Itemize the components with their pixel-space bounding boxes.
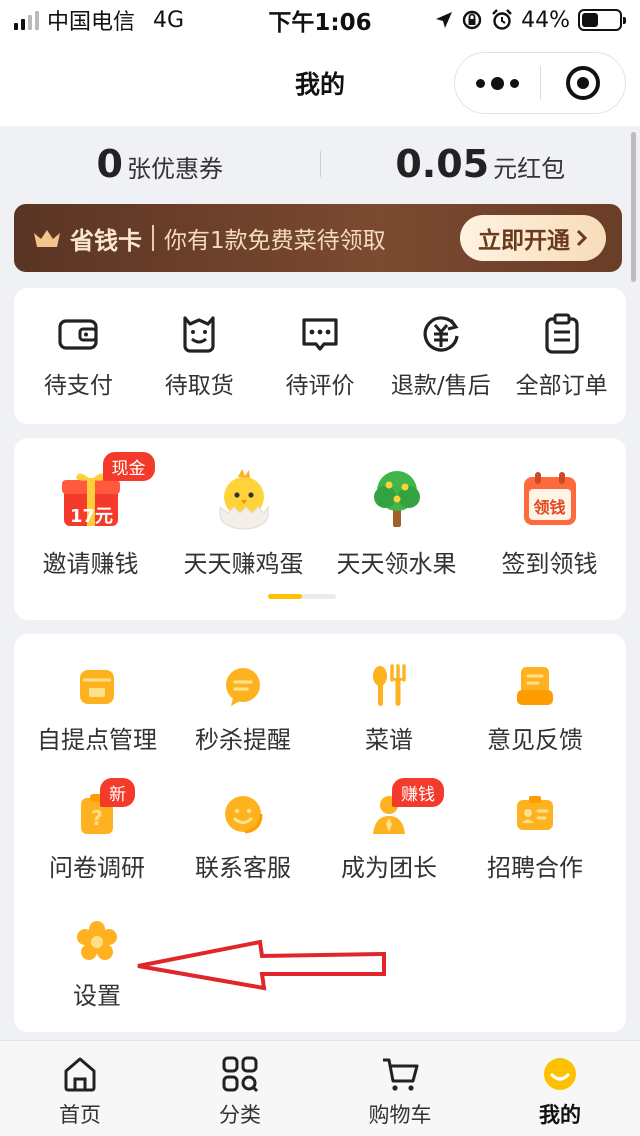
signal-icon <box>14 10 39 30</box>
service-icon <box>225 796 263 834</box>
assets-summary: 0 张优惠券 0.05 元红包 <box>0 126 640 202</box>
more-dots-icon[interactable] <box>455 76 540 90</box>
order-pending-pickup[interactable]: 待取货 <box>140 312 258 400</box>
category-icon <box>222 1056 259 1093</box>
status-bar: 中国电信 4G 下午1:06 44% <box>0 0 640 40</box>
tab-mine[interactable]: 我的 <box>480 1041 640 1136</box>
target-icon[interactable] <box>541 66 626 100</box>
tool-become-leader[interactable]: 赚钱 成为团长 <box>316 778 462 920</box>
earn-badge: 赚钱 <box>392 778 444 807</box>
new-badge: 新 <box>100 778 135 807</box>
chick-icon <box>211 466 277 532</box>
settings-flower-icon <box>77 921 117 960</box>
coupon-count[interactable]: 0 张优惠券 <box>0 142 320 186</box>
tool-recruitment[interactable]: 招聘合作 <box>462 792 608 920</box>
calendar-text: 领钱 <box>533 498 566 517</box>
tool-pickup-point[interactable]: 自提点管理 <box>24 664 170 792</box>
order-all[interactable]: 全部订单 <box>503 312 621 400</box>
bag-icon <box>183 316 215 353</box>
open-now-button[interactable]: 立即开通 <box>460 215 606 261</box>
alarm-icon <box>492 9 512 30</box>
cart-icon <box>383 1058 419 1091</box>
game-fruit[interactable]: 天天领水果 <box>323 466 471 579</box>
gift-amount: 17元 <box>69 506 114 527</box>
savings-card-title: 省钱卡 <box>70 226 142 255</box>
pager-indicator <box>268 594 336 599</box>
calendar-icon: 领钱 <box>517 466 583 532</box>
tool-feedback[interactable]: 意见反馈 <box>462 664 608 792</box>
home-icon <box>64 1057 96 1092</box>
game-eggs[interactable]: 天天赚鸡蛋 <box>170 466 318 579</box>
tab-home[interactable]: 首页 <box>0 1041 160 1136</box>
rewards-card: 现金 17元 邀请赚钱 天天赚鸡蛋 天天领水果 领钱 签到领钱 <box>14 438 626 620</box>
tab-cart[interactable]: 购物车 <box>320 1041 480 1136</box>
game-checkin[interactable]: 领钱 签到领钱 <box>476 466 624 579</box>
chat-bubble-icon <box>226 668 260 706</box>
orders-card: 待支付 待取货 待评价 退款/售后 全部订单 <box>14 288 626 424</box>
utensils-icon <box>373 664 406 706</box>
savings-card-banner[interactable]: 省钱卡 你有1款免费菜待领取 立即开通 <box>14 204 622 272</box>
order-pending-payment[interactable]: 待支付 <box>19 312 137 400</box>
redpacket-amount[interactable]: 0.05 元红包 <box>321 142 640 186</box>
carrier-label: 中国电信 <box>47 10 136 35</box>
battery-percent: 44% <box>521 7 570 33</box>
wallet-icon <box>58 319 98 350</box>
tool-customer-service[interactable]: 联系客服 <box>170 792 316 920</box>
game-invite[interactable]: 现金 17元 邀请赚钱 <box>17 452 165 579</box>
page-title: 我的 <box>294 70 345 99</box>
profile-icon <box>544 1058 576 1090</box>
tab-category[interactable]: 分类 <box>160 1041 320 1136</box>
battery-icon <box>578 9 626 31</box>
refund-icon <box>423 316 459 352</box>
order-pending-review[interactable]: 待评价 <box>261 312 379 400</box>
tree-icon <box>364 466 430 532</box>
tool-flash-sale-reminder[interactable]: 秒杀提醒 <box>170 664 316 792</box>
feedback-icon <box>517 667 553 705</box>
tab-bar: 首页 分类 购物车 我的 <box>0 1040 640 1136</box>
location-icon <box>436 12 453 28</box>
chevron-right-icon <box>576 229 588 247</box>
nav-bar: 我的 <box>0 40 640 126</box>
crown-icon <box>34 230 60 247</box>
annotation-arrow <box>137 939 386 991</box>
network-label: 4G <box>153 7 185 33</box>
id-card-icon <box>517 796 553 830</box>
cash-badge: 现金 <box>102 452 155 481</box>
clipboard-icon <box>544 313 579 354</box>
mini-program-capsule <box>454 52 626 114</box>
store-icon <box>80 670 114 704</box>
tool-survey[interactable]: ? 新 问卷调研 <box>24 778 170 920</box>
rotation-lock-icon <box>462 10 482 30</box>
savings-card-tip: 你有1款免费菜待领取 <box>164 228 386 254</box>
svg-text:?: ? <box>91 806 103 830</box>
comment-icon <box>302 318 338 351</box>
tool-recipes[interactable]: 菜谱 <box>316 664 462 792</box>
order-refund[interactable]: 退款/售后 <box>382 312 500 400</box>
